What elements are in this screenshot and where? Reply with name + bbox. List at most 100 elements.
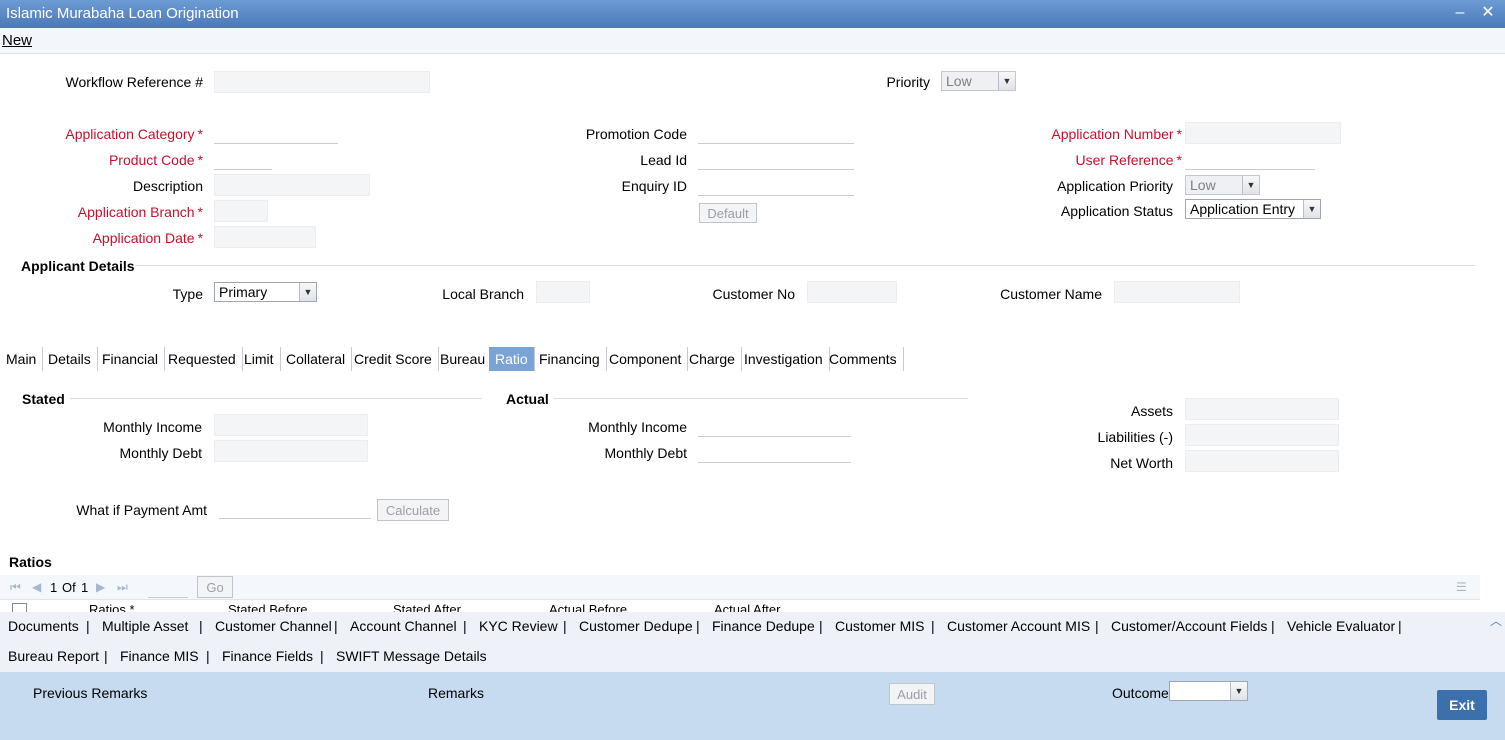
link-kyc-review[interactable]: KYC Review (479, 618, 558, 634)
assets-input[interactable] (1185, 398, 1339, 420)
calculate-button[interactable]: Calculate (377, 499, 449, 521)
actual-title: Actual (506, 391, 549, 407)
previous-remarks-link[interactable]: Previous Remarks (33, 685, 147, 701)
customer-no-input[interactable] (807, 281, 897, 303)
link-bureau-report[interactable]: Bureau Report (8, 648, 99, 664)
actual-monthly-income-input[interactable] (698, 416, 851, 437)
tab-investigation[interactable]: Investigation (738, 347, 830, 371)
go-button[interactable]: Go (197, 576, 233, 598)
workflow-reference-input[interactable] (214, 71, 430, 93)
tab-charge[interactable]: Charge (683, 347, 742, 371)
link-account-channel[interactable]: Account Channel (350, 618, 457, 634)
actual-monthly-debt-input[interactable] (698, 442, 851, 463)
application-number-input[interactable] (1185, 122, 1341, 144)
chevron-down-icon: ▼ (299, 283, 316, 301)
tab-collateral[interactable]: Collateral (280, 347, 353, 371)
grid-menu-icon[interactable]: ☰ (1456, 580, 1467, 594)
link-documents[interactable]: Documents (8, 618, 79, 634)
menu-bar: New (0, 28, 1505, 54)
link-vehicle-evaluator[interactable]: Vehicle Evaluator (1287, 618, 1395, 634)
customer-name-input[interactable] (1114, 281, 1240, 303)
stated-monthly-debt-label: Monthly Debt (119, 445, 202, 461)
priority-select[interactable]: Low ▼ (941, 71, 1016, 91)
workflow-reference-label: Workflow Reference # (65, 74, 203, 90)
actual-divider (554, 398, 968, 399)
audit-button[interactable]: Audit (889, 683, 935, 705)
link-separator: | (1095, 618, 1099, 634)
stated-monthly-debt-input[interactable] (214, 440, 368, 462)
close-icon[interactable]: ✕ (1479, 4, 1497, 22)
default-button[interactable]: Default (699, 203, 757, 223)
lead-id-label: Lead Id (640, 152, 687, 168)
tab-limit[interactable]: Limit (238, 347, 281, 371)
link-finance-fields[interactable]: Finance Fields (222, 648, 313, 664)
application-status-value: Application Entry (1190, 201, 1296, 217)
link-customer-mis[interactable]: Customer MIS (835, 618, 924, 634)
scroll-up-icon[interactable]: ︿ (1490, 612, 1502, 629)
net-worth-input[interactable] (1185, 450, 1339, 472)
link-customer-channel[interactable]: Customer Channel (215, 618, 332, 634)
link-customer-account-mis[interactable]: Customer Account MIS (947, 618, 1090, 634)
tab-requested[interactable]: Requested (162, 347, 243, 371)
tab-details[interactable]: Details (42, 347, 98, 371)
application-branch-input[interactable] (214, 200, 268, 222)
link-finance-dedupe[interactable]: Finance Dedupe (712, 618, 815, 634)
minimize-icon[interactable]: – (1451, 4, 1469, 22)
tab-comments[interactable]: Comments (823, 347, 904, 371)
stated-title: Stated (22, 391, 65, 407)
page-total: 1 (81, 580, 89, 595)
lead-id-input[interactable] (698, 149, 854, 170)
type-select[interactable]: Primary ▼ (214, 282, 317, 302)
liabilities-input[interactable] (1185, 424, 1339, 446)
enquiry-id-label: Enquiry ID (621, 178, 687, 194)
application-date-label: Application Date * (92, 230, 203, 246)
link-swift-message-details[interactable]: SWIFT Message Details (336, 648, 487, 664)
exit-button[interactable]: Exit (1437, 690, 1487, 720)
what-if-payment-input[interactable] (219, 498, 371, 519)
tab-financing[interactable]: Financing (533, 347, 607, 371)
tab-ratio[interactable]: Ratio (489, 347, 535, 371)
application-date-input[interactable] (214, 226, 316, 248)
link-finance-mis[interactable]: Finance MIS (120, 648, 199, 664)
application-branch-label: Application Branch * (77, 204, 203, 220)
next-page-icon[interactable]: ▶ (96, 580, 105, 594)
description-input[interactable] (214, 174, 370, 196)
link-customer-account-fields[interactable]: Customer/Account Fields (1111, 618, 1267, 634)
application-priority-label: Application Priority (1057, 178, 1173, 194)
what-if-payment-label: What if Payment Amt (76, 502, 207, 518)
user-reference-input[interactable] (1185, 149, 1315, 170)
stated-monthly-income-input[interactable] (214, 414, 368, 436)
link-customer-dedupe[interactable]: Customer Dedupe (579, 618, 693, 634)
link-separator: | (463, 618, 467, 634)
tab-credit-score[interactable]: Credit Score (348, 347, 439, 371)
link-separator: | (104, 648, 108, 664)
remarks-link[interactable]: Remarks (428, 685, 484, 701)
tab-financial[interactable]: Financial (96, 347, 166, 371)
application-priority-select[interactable]: Low ▼ (1185, 175, 1260, 195)
page-of: Of (62, 580, 76, 595)
previous-page-icon[interactable]: ◀ (32, 580, 41, 594)
link-multiple-asset[interactable]: Multiple Asset (102, 618, 188, 634)
tab-bureau[interactable]: Bureau (434, 347, 493, 371)
tab-main[interactable]: Main (0, 347, 44, 371)
product-code-input[interactable] (214, 149, 272, 170)
tab-component[interactable]: Component (603, 347, 689, 371)
link-separator: | (931, 618, 935, 634)
page-number-input[interactable] (148, 577, 188, 598)
promotion-code-input[interactable] (698, 123, 854, 144)
local-branch-input[interactable] (536, 281, 590, 303)
application-category-input[interactable] (214, 123, 338, 144)
window-title: Islamic Murabaha Loan Origination (6, 5, 239, 22)
product-code-label: Product Code * (108, 152, 203, 168)
chevron-down-icon: ▼ (1303, 200, 1320, 218)
applicant-details-title: Applicant Details (21, 258, 135, 274)
outcome-select[interactable]: ▼ (1169, 681, 1248, 701)
enquiry-id-input[interactable] (698, 175, 854, 196)
new-link[interactable]: New (2, 32, 32, 49)
first-page-icon[interactable]: ⏮ (10, 580, 21, 595)
liabilities-label: Liabilities (-) (1097, 429, 1173, 445)
application-status-select[interactable]: Application Entry ▼ (1185, 199, 1321, 219)
link-separator: | (320, 648, 324, 664)
chevron-down-icon: ▼ (1230, 682, 1247, 700)
last-page-icon[interactable]: ⏭ (117, 580, 128, 595)
